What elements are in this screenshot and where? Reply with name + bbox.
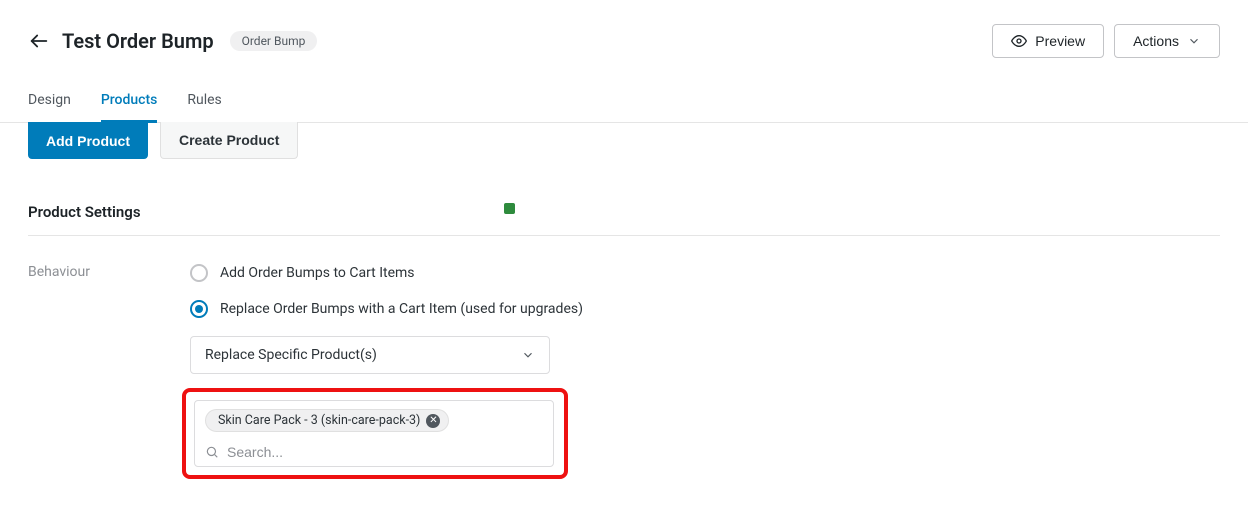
tag-remove-icon[interactable]: ✕: [426, 414, 440, 428]
eye-icon: [1011, 33, 1027, 49]
tab-bar: Design Products Rules: [0, 82, 1248, 123]
behaviour-content: Add Order Bumps to Cart Items Replace Or…: [190, 264, 1220, 479]
page-title: Test Order Bump: [62, 29, 214, 53]
behaviour-label: Behaviour: [28, 264, 190, 479]
status-indicator: [504, 203, 515, 214]
preview-label: Preview: [1035, 33, 1085, 49]
behaviour-row: Behaviour Add Order Bumps to Cart Items …: [28, 236, 1220, 479]
search-input[interactable]: [227, 444, 543, 460]
product-settings-section: Product Settings Behaviour Add Order Bum…: [0, 159, 1248, 479]
page-header: Test Order Bump Order Bump Preview Actio…: [0, 0, 1248, 70]
preview-button[interactable]: Preview: [992, 24, 1104, 58]
radio-add-label: Add Order Bumps to Cart Items: [220, 265, 415, 281]
header-right: Preview Actions: [992, 24, 1220, 58]
section-title: Product Settings: [28, 203, 141, 221]
radio-icon: [190, 300, 208, 318]
select-label: Replace Specific Product(s): [205, 347, 377, 363]
search-icon: [205, 445, 219, 459]
replace-mode-select[interactable]: Replace Specific Product(s): [190, 336, 550, 374]
radio-add-to-cart[interactable]: Add Order Bumps to Cart Items: [190, 264, 1220, 282]
product-action-bar: Add Product Create Product: [0, 122, 1248, 159]
radio-replace-label: Replace Order Bumps with a Cart Item (us…: [220, 301, 583, 317]
order-bump-badge: Order Bump: [230, 31, 318, 51]
chevron-down-icon: [1187, 34, 1201, 48]
create-product-button[interactable]: Create Product: [160, 122, 298, 159]
actions-button[interactable]: Actions: [1114, 24, 1220, 58]
product-tag: Skin Care Pack - 3 (skin-care-pack-3) ✕: [205, 409, 449, 432]
add-product-button[interactable]: Add Product: [28, 122, 148, 159]
back-arrow-icon[interactable]: [28, 30, 50, 52]
product-tag-input[interactable]: Skin Care Pack - 3 (skin-care-pack-3) ✕: [194, 400, 554, 467]
tab-products[interactable]: Products: [101, 82, 158, 122]
search-row: [205, 444, 543, 460]
section-title-row: Product Settings: [28, 159, 1220, 236]
highlight-annotation: Skin Care Pack - 3 (skin-care-pack-3) ✕: [182, 388, 568, 479]
tab-rules[interactable]: Rules: [187, 82, 221, 122]
chevron-down-icon: [521, 348, 535, 362]
radio-replace-cart[interactable]: Replace Order Bumps with a Cart Item (us…: [190, 300, 1220, 318]
tab-design[interactable]: Design: [28, 82, 71, 122]
header-left: Test Order Bump Order Bump: [28, 29, 317, 53]
actions-label: Actions: [1133, 33, 1179, 49]
radio-icon: [190, 264, 208, 282]
tag-label: Skin Care Pack - 3 (skin-care-pack-3): [218, 413, 420, 428]
